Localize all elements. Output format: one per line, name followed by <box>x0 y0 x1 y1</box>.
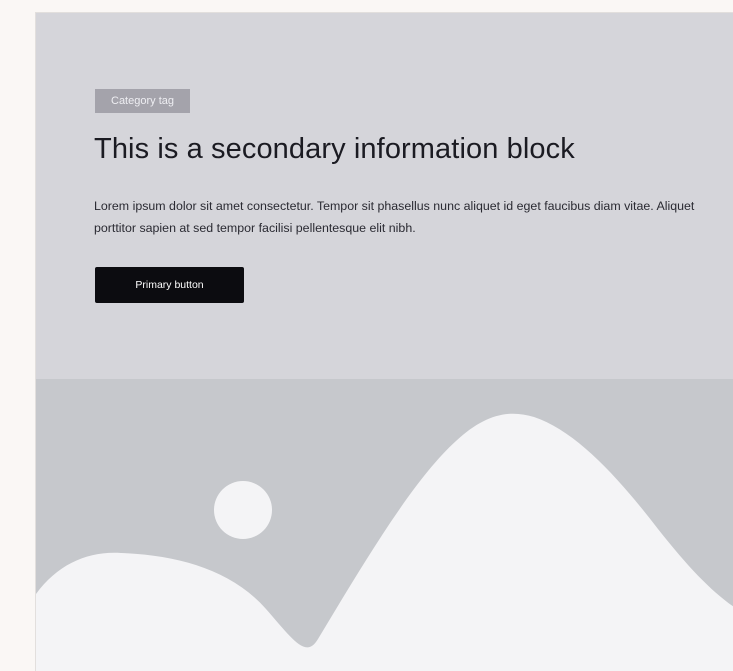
information-block: Category tag This is a secondary informa… <box>36 13 733 379</box>
block-title: This is a secondary information block <box>94 133 575 165</box>
primary-button[interactable]: Primary button <box>95 267 244 303</box>
category-tag: Category tag <box>95 89 190 113</box>
secondary-information-card: Category tag This is a secondary informa… <box>35 12 733 671</box>
sun-shape <box>214 481 272 539</box>
image-placeholder-icon <box>36 413 733 671</box>
image-placeholder <box>36 379 733 671</box>
block-description: Lorem ipsum dolor sit amet consectetur. … <box>94 199 695 235</box>
mountain-shape <box>36 413 733 671</box>
